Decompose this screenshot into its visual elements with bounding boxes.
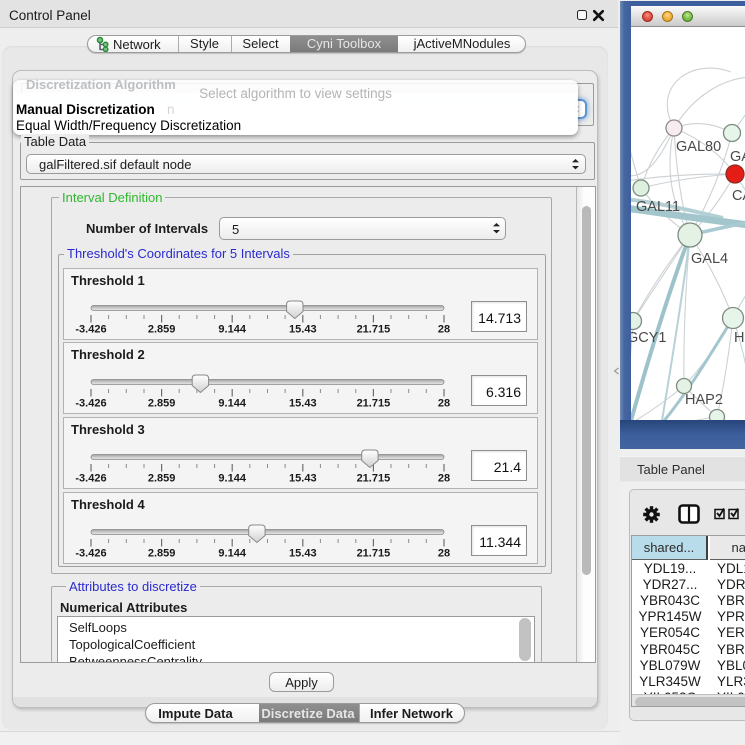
svg-text:15.43: 15.43 (289, 398, 317, 410)
svg-text:-3.426: -3.426 (75, 473, 106, 485)
svg-text:28: 28 (438, 548, 450, 560)
svg-text:2.859: 2.859 (148, 473, 176, 485)
svg-text:15.43: 15.43 (289, 548, 317, 560)
svg-text:21.715: 21.715 (357, 398, 391, 410)
svg-text:15.43: 15.43 (289, 324, 317, 336)
svg-text:CA: CA (732, 188, 745, 204)
svg-text:21.715: 21.715 (357, 324, 391, 336)
svg-text:28: 28 (438, 398, 450, 410)
svg-text:9.144: 9.144 (218, 398, 246, 410)
svg-text:-3.426: -3.426 (75, 324, 106, 336)
svg-text:-3.426: -3.426 (75, 548, 106, 560)
svg-text:GCY1: GCY1 (631, 330, 667, 346)
svg-text:GAL11: GAL11 (636, 199, 680, 215)
svg-text:GAL4: GAL4 (691, 251, 728, 267)
svg-text:2.859: 2.859 (148, 398, 176, 410)
svg-text:2.859: 2.859 (148, 324, 176, 336)
svg-text:15.43: 15.43 (289, 473, 317, 485)
svg-text:21.715: 21.715 (357, 548, 391, 560)
svg-text:GA: GA (730, 149, 745, 165)
svg-text:28: 28 (438, 324, 450, 336)
svg-text:21.715: 21.715 (357, 473, 391, 485)
svg-text:HI: HI (734, 330, 745, 346)
svg-text:9.144: 9.144 (218, 324, 246, 336)
svg-text:28: 28 (438, 473, 450, 485)
svg-text:9.144: 9.144 (218, 473, 246, 485)
svg-text:GAL80: GAL80 (676, 139, 721, 155)
svg-text:9.144: 9.144 (218, 548, 246, 560)
svg-text:2.859: 2.859 (148, 548, 176, 560)
svg-text:HAP2: HAP2 (685, 392, 723, 408)
svg-text:-3.426: -3.426 (75, 398, 106, 410)
